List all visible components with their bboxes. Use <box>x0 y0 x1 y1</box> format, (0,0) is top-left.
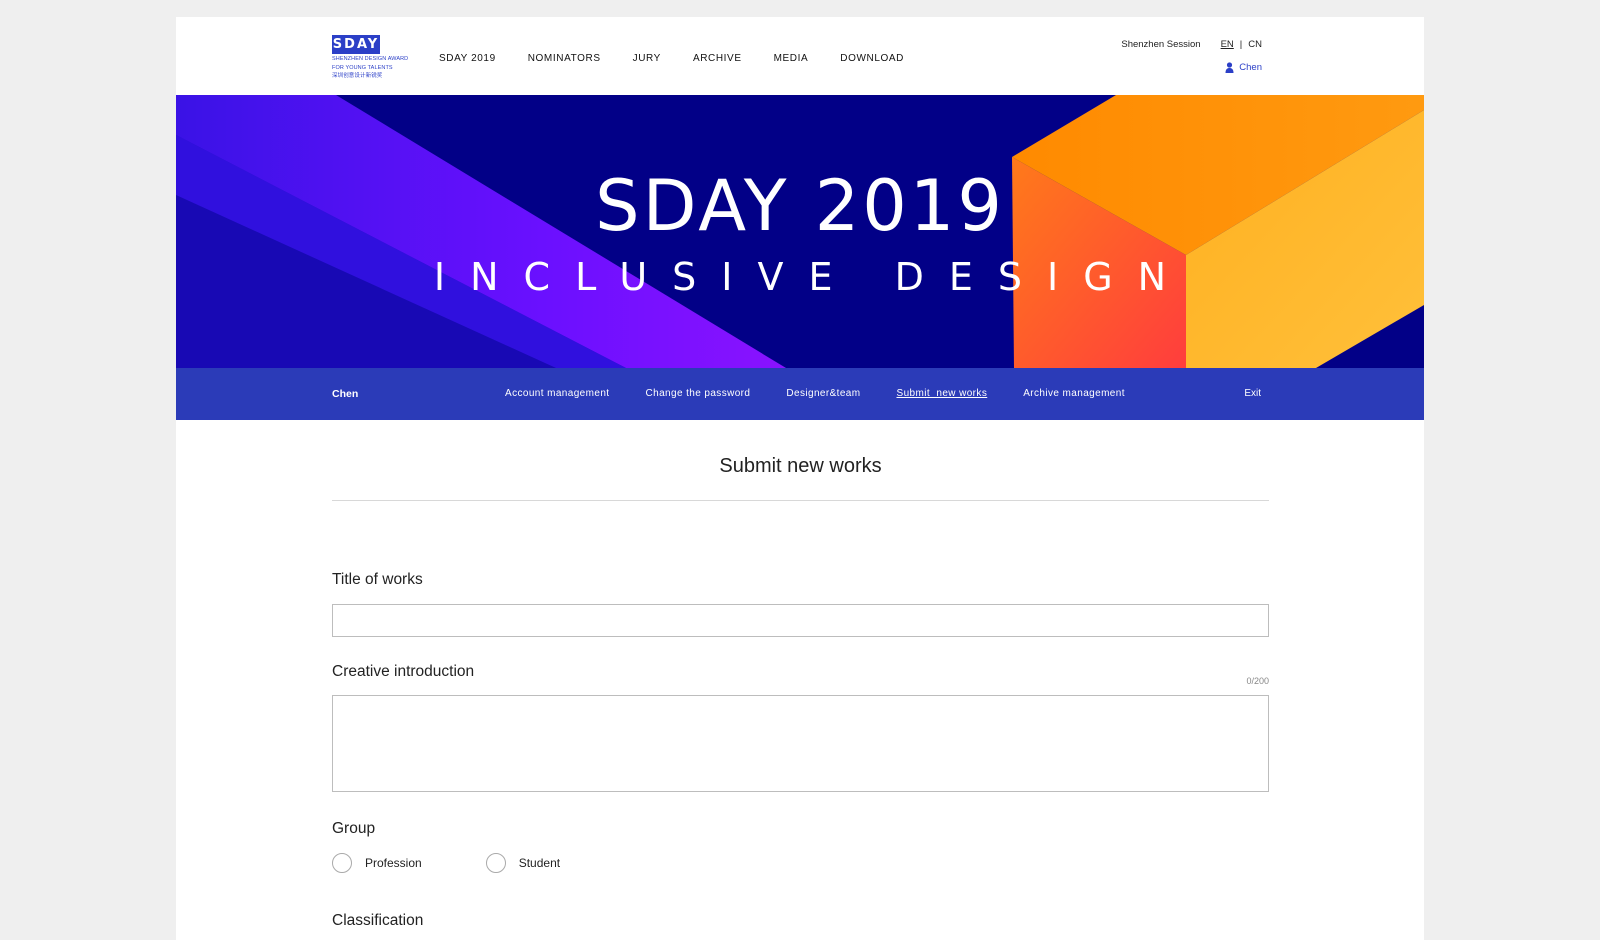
logo-line-1: SHENZHEN DESIGN AWARD <box>332 56 409 62</box>
group-option-profession[interactable]: Profession <box>332 853 422 873</box>
user-link[interactable]: Chen <box>1121 62 1262 73</box>
session-language-row: Shenzhen Session EN | CN <box>1121 39 1262 50</box>
nav-archive[interactable]: ARCHIVE <box>693 53 742 64</box>
intro-char-counter: 0/200 <box>1246 676 1269 686</box>
user-name: Chen <box>1239 62 1262 73</box>
main-nav: SDAY 2019 NOMINATORS JURY ARCHIVE MEDIA … <box>439 53 936 64</box>
lang-separator: | <box>1239 39 1243 50</box>
logo-line-2: FOR YOUNG TALENTS <box>332 64 393 71</box>
subnav-designer-team[interactable]: Designer&team <box>786 388 860 399</box>
sday-logo[interactable]: SDAY SHENZHEN DESIGN AWARD FOR YOUNG TAL… <box>332 35 416 79</box>
site-header: SDAY SHENZHEN DESIGN AWARD FOR YOUNG TAL… <box>176 17 1424 95</box>
classification-label: Classification <box>332 912 424 929</box>
student-label: Student <box>518 856 561 870</box>
logo-mark: SDAY <box>332 35 380 54</box>
account-subnav: Chen Account management Change the passw… <box>176 368 1424 420</box>
nav-nominators[interactable]: NOMINATORS <box>528 53 601 64</box>
title-divider <box>332 500 1269 501</box>
subnav-submit-new-works[interactable]: Submit new works <box>897 388 988 399</box>
nav-media[interactable]: MEDIA <box>774 53 809 64</box>
subnav-user-name: Chen <box>332 388 359 400</box>
subnav-links: Account management Change the password D… <box>505 388 1161 399</box>
group-label: Group <box>332 820 376 837</box>
page-title: Submit new works <box>719 455 882 477</box>
hero-banner: SDAY 2019 INCLUSIVE DESIGN <box>176 95 1424 368</box>
title-of-works-label: Title of works <box>332 571 423 588</box>
subnav-archive-management[interactable]: Archive management <box>1023 388 1125 399</box>
header-utilities: Shenzhen Session EN | CN Chen <box>1121 39 1262 73</box>
student-radio-circle[interactable] <box>485 853 506 873</box>
exit-button[interactable]: Exit <box>1244 388 1261 399</box>
banner-title: SDAY 2019 <box>595 165 1005 247</box>
user-icon <box>1225 62 1234 73</box>
banner-subtitle: INCLUSIVE DESIGN <box>433 255 1192 299</box>
subnav-change-password[interactable]: Change the password <box>645 388 750 399</box>
creative-introduction-textarea[interactable] <box>332 695 1269 792</box>
nav-jury[interactable]: JURY <box>633 53 661 64</box>
profession-label: Profession <box>365 856 422 870</box>
creative-introduction-label: Creative introduction <box>332 663 475 680</box>
subnav-account-management[interactable]: Account management <box>505 388 609 399</box>
title-of-works-input[interactable] <box>332 604 1269 637</box>
group-option-student[interactable]: Student <box>485 853 561 873</box>
session-link[interactable]: Shenzhen Session <box>1121 39 1200 50</box>
group-radio-group: Profession Student <box>332 853 624 873</box>
lang-cn-link[interactable]: CN <box>1248 39 1262 50</box>
profession-radio-circle[interactable] <box>332 853 352 873</box>
logo-line-3: 深圳创意设计新锐奖 <box>332 73 383 79</box>
nav-sday-2019[interactable]: SDAY 2019 <box>439 53 496 64</box>
lang-en-link[interactable]: EN <box>1221 39 1234 50</box>
page-container: SDAY SHENZHEN DESIGN AWARD FOR YOUNG TAL… <box>176 17 1424 940</box>
nav-download[interactable]: DOWNLOAD <box>840 53 904 64</box>
